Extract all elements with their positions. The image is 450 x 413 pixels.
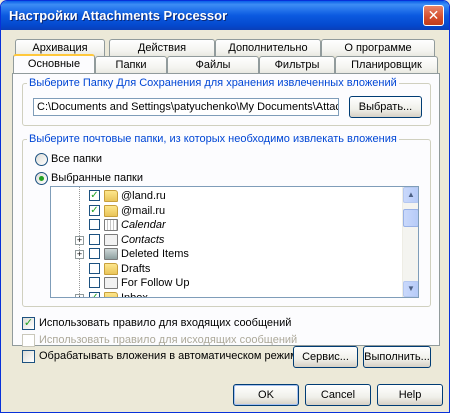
tree-item-label: Drafts bbox=[121, 262, 151, 275]
tab-general[interactable]: Основные bbox=[13, 54, 95, 73]
mail-folders-caption: Выберите почтовые папки, из которых необ… bbox=[27, 133, 399, 145]
tab-filters[interactable]: Фильтры bbox=[259, 56, 335, 73]
tab-advanced[interactable]: Дополнительно bbox=[215, 39, 321, 56]
tree-item-checkbox[interactable] bbox=[89, 219, 100, 230]
cancel-button[interactable]: Cancel bbox=[305, 384, 371, 406]
tree-item-label: For Follow Up bbox=[121, 277, 190, 289]
expand-icon[interactable]: + bbox=[75, 250, 84, 259]
auto-mode-checkbox[interactable] bbox=[22, 350, 35, 363]
tree-scrollbar[interactable]: ▲ ▼ bbox=[402, 187, 418, 297]
tree-row[interactable]: + Contacts bbox=[51, 233, 403, 248]
tree-row[interactable]: Drafts bbox=[51, 262, 403, 277]
tree-item-checkbox[interactable] bbox=[89, 248, 100, 259]
contacts-icon bbox=[104, 233, 118, 246]
service-button[interactable]: Сервис... bbox=[293, 346, 358, 368]
scroll-down-button[interactable]: ▼ bbox=[403, 281, 418, 297]
outgoing-rule-checkbox[interactable] bbox=[22, 334, 35, 347]
save-folder-caption: Выберите Папку Для Сохранения для хранен… bbox=[27, 77, 399, 89]
radio-selected-folders-label: Выбранные папки bbox=[51, 172, 143, 184]
save-path-field[interactable]: C:\Documents and Settings\patyuchenko\My… bbox=[33, 98, 339, 116]
deleted-items-icon bbox=[104, 248, 118, 260]
tree-item-label: Deleted Items bbox=[121, 248, 189, 260]
radio-all-folders-label: Все папки bbox=[51, 153, 102, 165]
folder-icon bbox=[104, 190, 118, 202]
drafts-icon bbox=[104, 262, 118, 275]
tree-item-checkbox[interactable] bbox=[89, 277, 100, 288]
outgoing-rule-label: Использовать правило для исходящих сообщ… bbox=[39, 334, 298, 346]
tab-actions[interactable]: Действия bbox=[109, 39, 215, 56]
tree-item-checkbox[interactable] bbox=[89, 262, 100, 274]
tree-item-label: @land.ru bbox=[121, 190, 166, 202]
tree-item-checkbox[interactable] bbox=[89, 233, 100, 245]
expand-icon[interactable]: + bbox=[75, 235, 84, 245]
tree-item-checkbox[interactable]: ✓ bbox=[89, 190, 100, 201]
window-title: Настройки Attachments Processor bbox=[9, 8, 228, 23]
help-button[interactable]: Help bbox=[377, 384, 443, 406]
tab-folders[interactable]: Папки bbox=[95, 56, 167, 73]
settings-window: Настройки Attachments Processor ✕ Архива… bbox=[0, 0, 450, 413]
folder-icon bbox=[104, 204, 118, 217]
tree-row[interactable]: ✓ @land.ru bbox=[51, 189, 403, 204]
ok-button[interactable]: OK bbox=[233, 384, 299, 406]
radio-selected-folders[interactable] bbox=[35, 172, 48, 185]
tree-item-label: Contacts bbox=[121, 233, 165, 246]
title-bar[interactable]: Настройки Attachments Processor ✕ bbox=[1, 1, 449, 30]
scroll-up-button[interactable]: ▲ bbox=[403, 187, 418, 203]
tree-item-label: Calendar bbox=[121, 219, 166, 231]
close-button[interactable]: ✕ bbox=[423, 5, 444, 26]
browse-button[interactable]: Выбрать... bbox=[349, 96, 422, 118]
tab-scheduler[interactable]: Планировщик bbox=[335, 56, 438, 73]
tree-row[interactable]: + ✓ Inbox bbox=[51, 291, 403, 298]
auto-mode-label: Обрабатывать вложения в автоматическом р… bbox=[39, 350, 304, 362]
close-icon: ✕ bbox=[427, 7, 440, 23]
tree-item-checkbox[interactable]: ✓ bbox=[89, 204, 100, 216]
incoming-rule-label: Использовать правило для входящих сообще… bbox=[39, 317, 292, 329]
run-button[interactable]: Выполнить... bbox=[363, 346, 431, 368]
save-folder-group: Выберите Папку Для Сохранения для хранен… bbox=[22, 77, 431, 126]
tree-row[interactable]: For Follow Up bbox=[51, 276, 403, 291]
tree-row[interactable]: + Deleted Items bbox=[51, 247, 403, 262]
tab-panel-general: Выберите Папку Для Сохранения для хранен… bbox=[12, 73, 440, 347]
scroll-thumb[interactable] bbox=[403, 209, 418, 227]
tree-item-label: Inbox bbox=[121, 291, 148, 298]
search-folder-icon bbox=[104, 277, 118, 289]
tab-files[interactable]: Файлы bbox=[167, 56, 259, 73]
calendar-icon bbox=[104, 219, 118, 231]
tab-about[interactable]: О программе bbox=[321, 39, 435, 56]
folder-tree[interactable]: ✓ @land.ru ✓ @mail.ru Calendar + Contacts + Dele… bbox=[50, 186, 419, 298]
tree-row[interactable]: Calendar bbox=[51, 218, 403, 233]
radio-all-folders[interactable] bbox=[35, 153, 48, 166]
tree-row[interactable]: ✓ @mail.ru bbox=[51, 204, 403, 219]
expand-icon[interactable]: + bbox=[75, 293, 84, 297]
tree-item-checkbox[interactable]: ✓ bbox=[89, 291, 100, 297]
incoming-rule-checkbox[interactable]: ✓ bbox=[22, 317, 35, 330]
tree-item-label: @mail.ru bbox=[121, 204, 166, 217]
inbox-icon bbox=[104, 291, 118, 297]
